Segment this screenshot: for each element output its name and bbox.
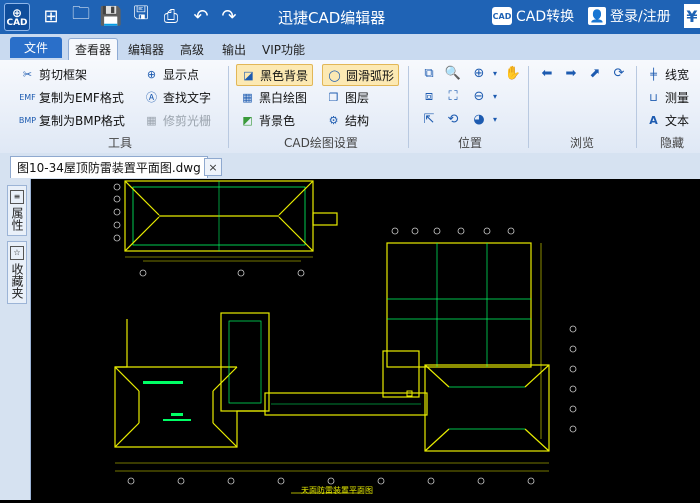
copy-bmp-button[interactable]: BMP 复制为BMP格式 xyxy=(18,110,125,130)
find-text-button[interactable]: Ⓐ 查找文字 xyxy=(144,87,211,107)
zoom-out-dropdown-icon[interactable]: ▾ xyxy=(486,87,504,105)
black-background-icon: ◪ xyxy=(243,68,254,82)
black-background-button[interactable]: ◪ 黑色背景 xyxy=(236,64,314,86)
zoom-extents-icon[interactable]: ⛶ xyxy=(444,87,462,105)
text-button[interactable]: A 文本 xyxy=(646,110,689,130)
export-page-icon[interactable]: ⬈ xyxy=(586,64,604,82)
undo-icon[interactable]: ↶ xyxy=(190,5,212,27)
scissors-icon: ✂ xyxy=(22,67,33,81)
file-menu-button[interactable]: 文件 xyxy=(10,37,62,58)
app-logo: ⊕ CAD xyxy=(4,3,30,31)
tab-editor[interactable]: 编辑器 xyxy=(122,38,170,60)
emf-icon: EMF xyxy=(19,92,36,102)
properties-tab[interactable]: ≡ 属性 xyxy=(7,185,27,236)
copy-emf-button[interactable]: EMF 复制为EMF格式 xyxy=(19,87,124,107)
trim-raster-button[interactable]: ▦ 修剪光栅 xyxy=(144,110,211,130)
close-document-icon[interactable]: × xyxy=(204,158,222,176)
new-file-icon[interactable]: ⊞ xyxy=(40,5,62,27)
zoom-window-icon[interactable]: ⧉ xyxy=(420,64,438,82)
black-white-drawing-button[interactable]: ▦ 黑白绘图 xyxy=(240,87,307,107)
zoom-in-dropdown-icon[interactable]: ▾ xyxy=(486,64,504,82)
favorites-icon: ☆ xyxy=(10,246,24,260)
raster-icon: ▦ xyxy=(146,113,157,127)
save-as-icon[interactable]: 🖫 xyxy=(130,3,152,27)
properties-icon: ≡ xyxy=(10,190,24,204)
zoom-search-icon[interactable]: 🔍 xyxy=(444,64,462,82)
zoom-previous-icon[interactable]: ⟲ xyxy=(444,110,462,128)
save-icon[interactable]: 💾 xyxy=(100,5,122,27)
group-divider xyxy=(636,66,637,148)
globe-dropdown-icon[interactable]: ▾ xyxy=(486,110,504,128)
open-folder-icon[interactable]: 🗀 xyxy=(70,3,92,27)
refresh-page-icon[interactable]: ⟳ xyxy=(610,64,628,82)
black-white-icon: ▦ xyxy=(242,90,253,104)
group-divider xyxy=(408,66,409,148)
layers-button[interactable]: ❐ 图层 xyxy=(326,87,369,107)
cad-drawing xyxy=(113,180,577,494)
user-icon: 👤 xyxy=(588,7,606,25)
structure-button[interactable]: ⚙ 结构 xyxy=(326,110,369,130)
document-tab[interactable]: 图10-34屋顶防雷装置平面图.dwg xyxy=(10,156,208,178)
group-divider xyxy=(228,66,229,148)
document-tab-bar: 图10-34屋顶防雷装置平面图.dwg × xyxy=(0,153,700,179)
cad-convert-button[interactable]: CAD CAD转换 xyxy=(492,6,574,26)
ribbon-toolbar: ✂ 剪切框架 EMF 复制为EMF格式 BMP 复制为BMP格式 ⊕ 显示点 Ⓐ… xyxy=(0,60,700,154)
measure-button[interactable]: ⊔ 测量 xyxy=(646,87,689,107)
cut-frame-button[interactable]: ✂ 剪切框架 xyxy=(20,64,87,84)
line-width-icon: ╪ xyxy=(650,67,657,81)
arc-icon: ◯ xyxy=(328,68,341,82)
smooth-arc-button[interactable]: ◯ 圆滑弧形 xyxy=(322,64,400,86)
layers-icon: ❐ xyxy=(328,90,339,104)
group-divider xyxy=(528,66,529,148)
pan-hand-icon[interactable]: ✋ xyxy=(504,64,522,82)
print-icon[interactable]: ⎙ xyxy=(160,5,182,27)
window-title: 迅捷CAD编辑器 xyxy=(278,9,386,27)
cad-convert-label: CAD转换 xyxy=(516,9,575,25)
login-label: 登录/注册 xyxy=(610,9,671,25)
favorites-tab[interactable]: ☆ 收藏夹 xyxy=(7,241,27,304)
group-label-position: 位置 xyxy=(458,136,483,150)
side-panel: ≡ 属性 ☆ 收藏夹 xyxy=(0,179,31,500)
group-label-hide: 隐藏 xyxy=(660,136,685,150)
ruler-icon: ⊔ xyxy=(649,90,658,104)
background-color-button[interactable]: ◩ 背景色 xyxy=(240,110,295,130)
arrow-right-icon[interactable]: ➡ xyxy=(562,64,580,82)
title-bar: ⊕ CAD ⊞ 🗀 💾 🖫 ⎙ ↶ ↷ 迅捷CAD编辑器 CAD CAD转换 👤… xyxy=(0,0,700,34)
tab-output[interactable]: 输出 xyxy=(216,38,252,60)
drawing-canvas[interactable]: 天面防雷装置平面图 xyxy=(31,179,700,500)
text-icon: A xyxy=(649,113,658,127)
fit-page-icon[interactable]: ⧈ xyxy=(420,87,438,105)
login-button[interactable]: 👤 登录/注册 xyxy=(588,6,671,26)
realtime-zoom-icon[interactable]: ⇱ xyxy=(420,110,438,128)
tab-viewer[interactable]: 查看器 xyxy=(68,38,119,60)
menu-bar: 文件 查看器 编辑器 高级 输出 VIP功能 xyxy=(0,34,700,61)
group-label-tools: 工具 xyxy=(108,136,133,150)
find-text-icon: Ⓐ xyxy=(146,91,157,104)
crosshair-icon: ⊕ xyxy=(146,67,157,81)
arrow-left-icon[interactable]: ⬅ xyxy=(538,64,556,82)
redo-icon[interactable]: ↷ xyxy=(218,5,240,27)
cad-convert-icon: CAD xyxy=(492,7,512,25)
vip-price-icon[interactable]: ¥ xyxy=(684,4,700,28)
palette-icon: ◩ xyxy=(242,113,253,127)
line-width-button[interactable]: ╪ 线宽 xyxy=(646,64,689,84)
tab-vip[interactable]: VIP功能 xyxy=(256,38,311,60)
drawing-title: 天面防雷装置平面图 xyxy=(301,486,373,495)
structure-icon: ⚙ xyxy=(328,113,339,127)
tab-advanced[interactable]: 高级 xyxy=(174,38,210,60)
bmp-icon: BMP xyxy=(18,115,37,125)
group-label-cad-settings: CAD绘图设置 xyxy=(284,136,358,150)
show-points-button[interactable]: ⊕ 显示点 xyxy=(144,64,199,84)
group-label-browse: 浏览 xyxy=(570,136,595,150)
